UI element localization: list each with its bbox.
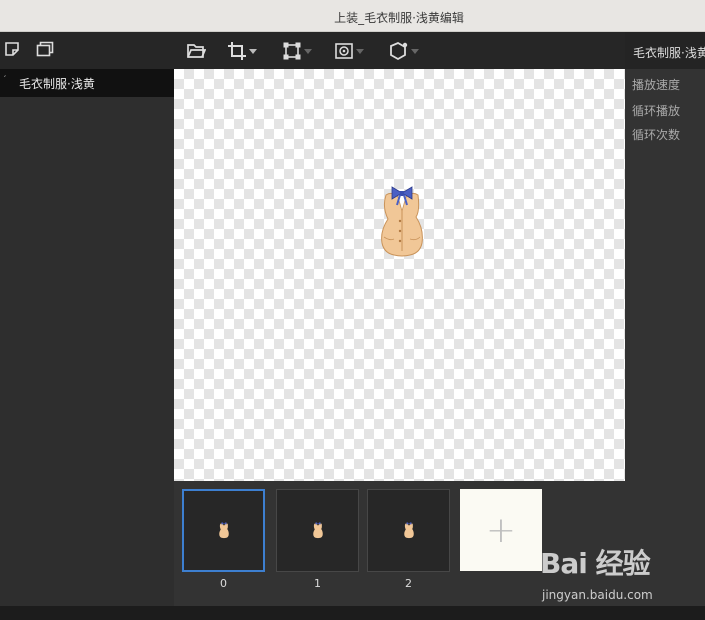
editor-toolbar [174,32,625,69]
sweater-uniform-vest-icon[interactable] [372,181,432,260]
anchor-tool-button[interactable] [334,39,364,63]
chevron-down-icon [304,48,312,54]
layer-name: 毛衣制服·浅黄 [19,77,95,91]
loop-count-label[interactable]: 循环次数 [632,126,680,143]
baidu-watermark: Bai 经验 jingyan.baidu.com [540,542,700,606]
properties-header: 毛衣制服·浅黄 [625,32,705,69]
status-bar [0,606,705,620]
frame-index: 1 [314,577,321,590]
loop-playback-label[interactable]: 循环播放 [632,102,680,119]
transform-tool-button[interactable] [282,39,312,63]
layer-item[interactable]: ′ 毛衣制服·浅黄 [0,69,174,97]
open-folder-icon [186,42,206,60]
frame-thumbnail[interactable] [182,489,265,572]
new-layer-icon[interactable] [4,41,22,59]
frame-thumbnail[interactable] [276,489,359,572]
transform-icon [282,41,302,61]
duplicate-layer-icon[interactable] [36,41,54,59]
crop-icon [227,41,247,61]
plus-icon: + [485,509,517,551]
chevron-down-icon [249,48,257,54]
watermark-url: jingyan.baidu.com [542,588,653,602]
playback-speed-label[interactable]: 播放速度 [632,76,680,93]
chevron-down-icon [356,48,364,54]
anchor-icon [334,41,354,61]
add-frame-button[interactable]: + [460,489,542,571]
layer-pin-icon: ′ [4,75,7,85]
properties-title: 毛衣制服·浅黄 [633,46,705,60]
crop-tool-button[interactable] [227,39,257,63]
properties-panel: 播放速度 循环播放 循环次数 [625,69,705,606]
layers-toolbar [0,32,174,69]
frame-index: 2 [405,577,412,590]
window-title: 上装_毛衣制服·浅黄编辑 [334,11,464,25]
open-folder-button[interactable] [186,39,206,63]
rotate-icon [387,40,409,62]
frame-sprite-thumbnail [217,520,231,541]
window-titlebar: 上装_毛衣制服·浅黄编辑 [0,0,705,32]
rotate-tool-button[interactable] [387,39,419,63]
frame-sprite-thumbnail [311,520,325,541]
chevron-down-icon [411,48,419,54]
frame-thumbnail[interactable] [367,489,450,572]
layers-panel: ′ 毛衣制服·浅黄 [0,69,174,606]
frame-sprite-thumbnail [402,520,416,541]
baidu-logo: Bai 经验 [540,547,651,580]
frame-index: 0 [220,577,227,590]
sprite-canvas[interactable] [174,69,625,481]
